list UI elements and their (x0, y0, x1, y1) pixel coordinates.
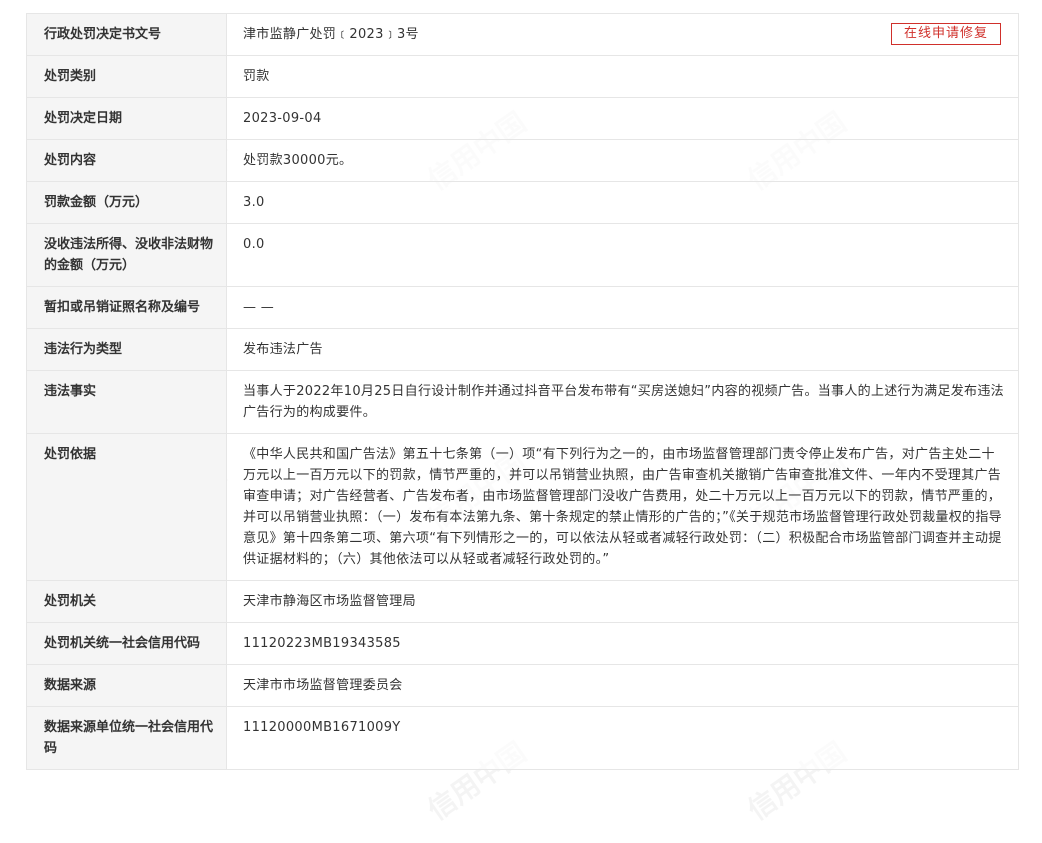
table-row: 数据来源 天津市市场监督管理委员会 (26, 664, 1019, 707)
row-label: 罚款金额（万元） (26, 181, 227, 224)
row-label: 处罚决定日期 (26, 97, 227, 140)
table-row: 处罚决定日期 2023-09-04 (26, 97, 1019, 140)
row-label: 违法行为类型 (26, 328, 227, 371)
row-value: 《中华人民共和国广告法》第五十七条第（一）项“有下列行为之一的，由市场监督管理部… (226, 433, 1019, 581)
row-value: 处罚款30000元。 (226, 139, 1019, 182)
table-row: 没收违法所得、没收非法财物的金额（万元） 0.0 (26, 223, 1019, 287)
row-value: 11120000MB1671009Y (226, 706, 1019, 770)
table-row: 违法事实 当事人于2022年10月25日自行设计制作并通过抖音平台发布带有“买房… (26, 370, 1019, 434)
row-value-document-number: 在线申请修复 津市监静广处罚﹝2023﹞3号 (226, 13, 1019, 56)
row-value: 当事人于2022年10月25日自行设计制作并通过抖音平台发布带有“买房送媳妇”内… (226, 370, 1019, 434)
row-label: 处罚类别 (26, 55, 227, 98)
table-row: 暂扣或吊销证照名称及编号 — — (26, 286, 1019, 329)
row-label: 数据来源 (26, 664, 227, 707)
table-row: 数据来源单位统一社会信用代码 11120000MB1671009Y (26, 706, 1019, 770)
row-label: 处罚机关 (26, 580, 227, 623)
penalty-detail-table: 行政处罚决定书文号 在线申请修复 津市监静广处罚﹝2023﹞3号 处罚类别 罚款… (26, 13, 1019, 770)
apply-repair-button[interactable]: 在线申请修复 (890, 23, 1001, 45)
row-label: 暂扣或吊销证照名称及编号 (26, 286, 227, 329)
table-row: 处罚机关统一社会信用代码 11120223MB19343585 (26, 622, 1019, 665)
table-row: 违法行为类型 发布违法广告 (26, 328, 1019, 371)
row-value: 2023-09-04 (226, 97, 1019, 140)
row-label: 违法事实 (26, 370, 227, 434)
row-label: 处罚依据 (26, 433, 227, 581)
row-label: 数据来源单位统一社会信用代码 (26, 706, 227, 770)
table-row: 处罚机关 天津市静海区市场监督管理局 (26, 580, 1019, 623)
row-label: 没收违法所得、没收非法财物的金额（万元） (26, 223, 227, 287)
row-label-document-number: 行政处罚决定书文号 (26, 13, 227, 56)
row-value: 天津市市场监督管理委员会 (226, 664, 1019, 707)
table-row: 行政处罚决定书文号 在线申请修复 津市监静广处罚﹝2023﹞3号 (26, 13, 1019, 56)
row-label: 处罚机关统一社会信用代码 (26, 622, 227, 665)
row-value: 罚款 (226, 55, 1019, 98)
row-value: 天津市静海区市场监督管理局 (226, 580, 1019, 623)
row-value: — — (226, 286, 1019, 329)
table-row: 处罚类别 罚款 (26, 55, 1019, 98)
table-row: 罚款金额（万元） 3.0 (26, 181, 1019, 224)
table-row: 处罚依据 《中华人民共和国广告法》第五十七条第（一）项“有下列行为之一的，由市场… (26, 433, 1019, 581)
row-value: 3.0 (226, 181, 1019, 224)
table-row: 处罚内容 处罚款30000元。 (26, 139, 1019, 182)
row-value: 发布违法广告 (226, 328, 1019, 371)
document-number-text: 津市监静广处罚﹝2023﹞3号 (243, 27, 419, 42)
row-value: 0.0 (226, 223, 1019, 287)
row-label: 处罚内容 (26, 139, 227, 182)
row-value: 11120223MB19343585 (226, 622, 1019, 665)
